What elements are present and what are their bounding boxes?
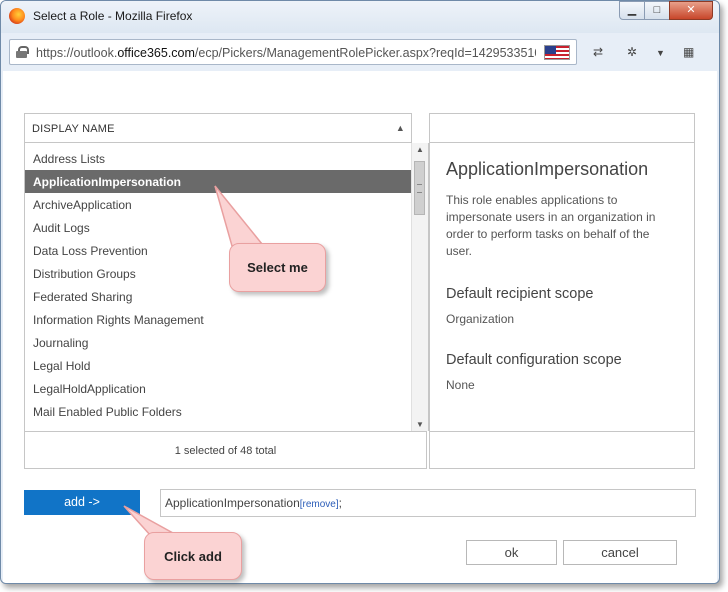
click-add-callout: Click add <box>144 532 242 580</box>
select-me-pointer <box>214 185 264 247</box>
select-me-callout: Select me <box>229 243 326 292</box>
callout-pointers <box>123 185 264 547</box>
